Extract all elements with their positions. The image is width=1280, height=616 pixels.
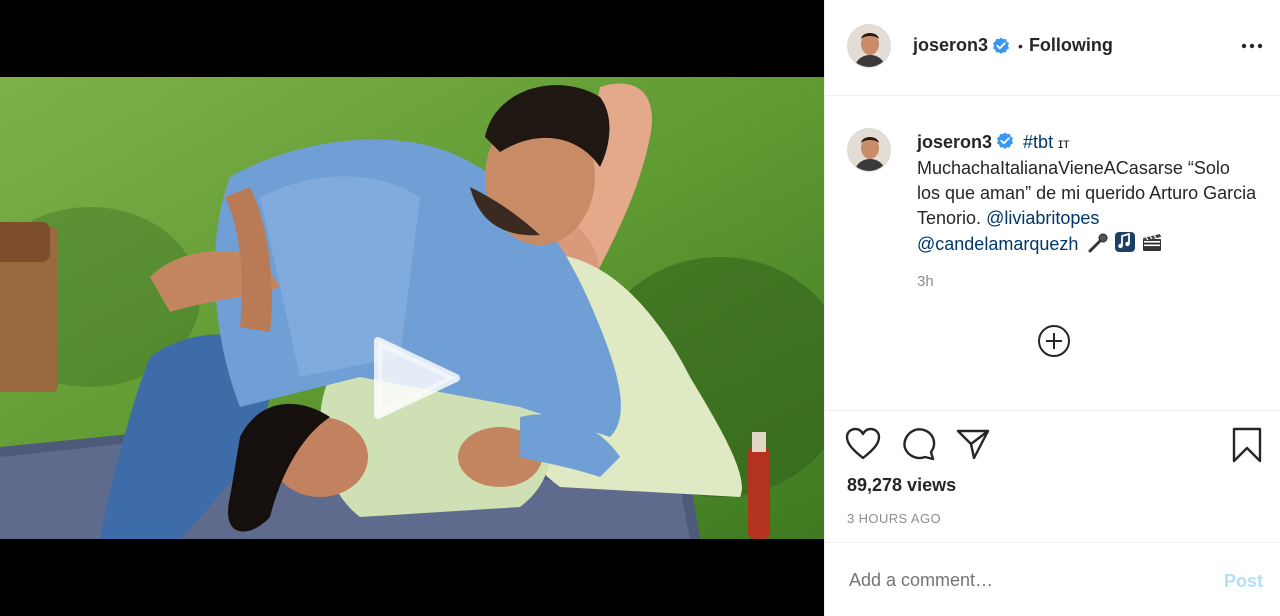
- caption-avatar[interactable]: [847, 128, 891, 172]
- header-username[interactable]: joseron3: [913, 35, 988, 56]
- music-emoji: [1115, 232, 1136, 252]
- mention-link[interactable]: @candelamarquezh: [917, 234, 1078, 254]
- share-icon[interactable]: [955, 427, 991, 461]
- comment-form: Post: [825, 542, 1280, 616]
- caption-time[interactable]: 3h: [917, 273, 934, 290]
- video-thumbnail: [0, 77, 824, 539]
- microphone-emoji: [1088, 233, 1108, 253]
- post-actions: 89,278 views 3 HOURS AGO: [825, 410, 1280, 542]
- plus-circle-icon[interactable]: [1037, 324, 1071, 358]
- avatar-image: [848, 129, 890, 171]
- verified-badge-icon: [993, 37, 1010, 54]
- mention-link[interactable]: @liviabritopes: [986, 208, 1099, 228]
- tag-glyph: ɪᴛ: [1058, 135, 1070, 151]
- clapper-emoji: [1143, 234, 1162, 251]
- post-timestamp[interactable]: 3 HOURS AGO: [847, 511, 941, 526]
- play-icon[interactable]: [370, 335, 462, 421]
- emoji-group: [1087, 231, 1163, 260]
- comment-input[interactable]: [847, 569, 1191, 592]
- view-count[interactable]: 89,278 views: [847, 475, 956, 496]
- avatar-image: [848, 25, 890, 67]
- video-player[interactable]: [0, 0, 824, 616]
- video-frame[interactable]: [0, 77, 824, 539]
- hashtag-link[interactable]: #tbt: [1023, 132, 1053, 152]
- post-header: joseron3 • Following: [825, 0, 1280, 96]
- following-button[interactable]: Following: [1029, 35, 1113, 56]
- post-caption: joseron3 #tbt ɪᴛ MuchachaItalianaVieneAC…: [917, 130, 1257, 260]
- avatar[interactable]: [847, 24, 891, 68]
- more-options-icon[interactable]: [1241, 34, 1263, 58]
- post-details-panel: joseron3 • Following joseron3 #tbt ɪᴛ Mu…: [824, 0, 1280, 616]
- caption-username[interactable]: joseron3: [917, 132, 992, 152]
- comment-icon[interactable]: [901, 427, 937, 461]
- separator-dot: •: [1018, 37, 1023, 54]
- post-comment-button[interactable]: Post: [1224, 571, 1263, 592]
- bookmark-icon[interactable]: [1231, 427, 1263, 463]
- heart-icon[interactable]: [845, 427, 881, 461]
- verified-badge-icon: [997, 132, 1014, 149]
